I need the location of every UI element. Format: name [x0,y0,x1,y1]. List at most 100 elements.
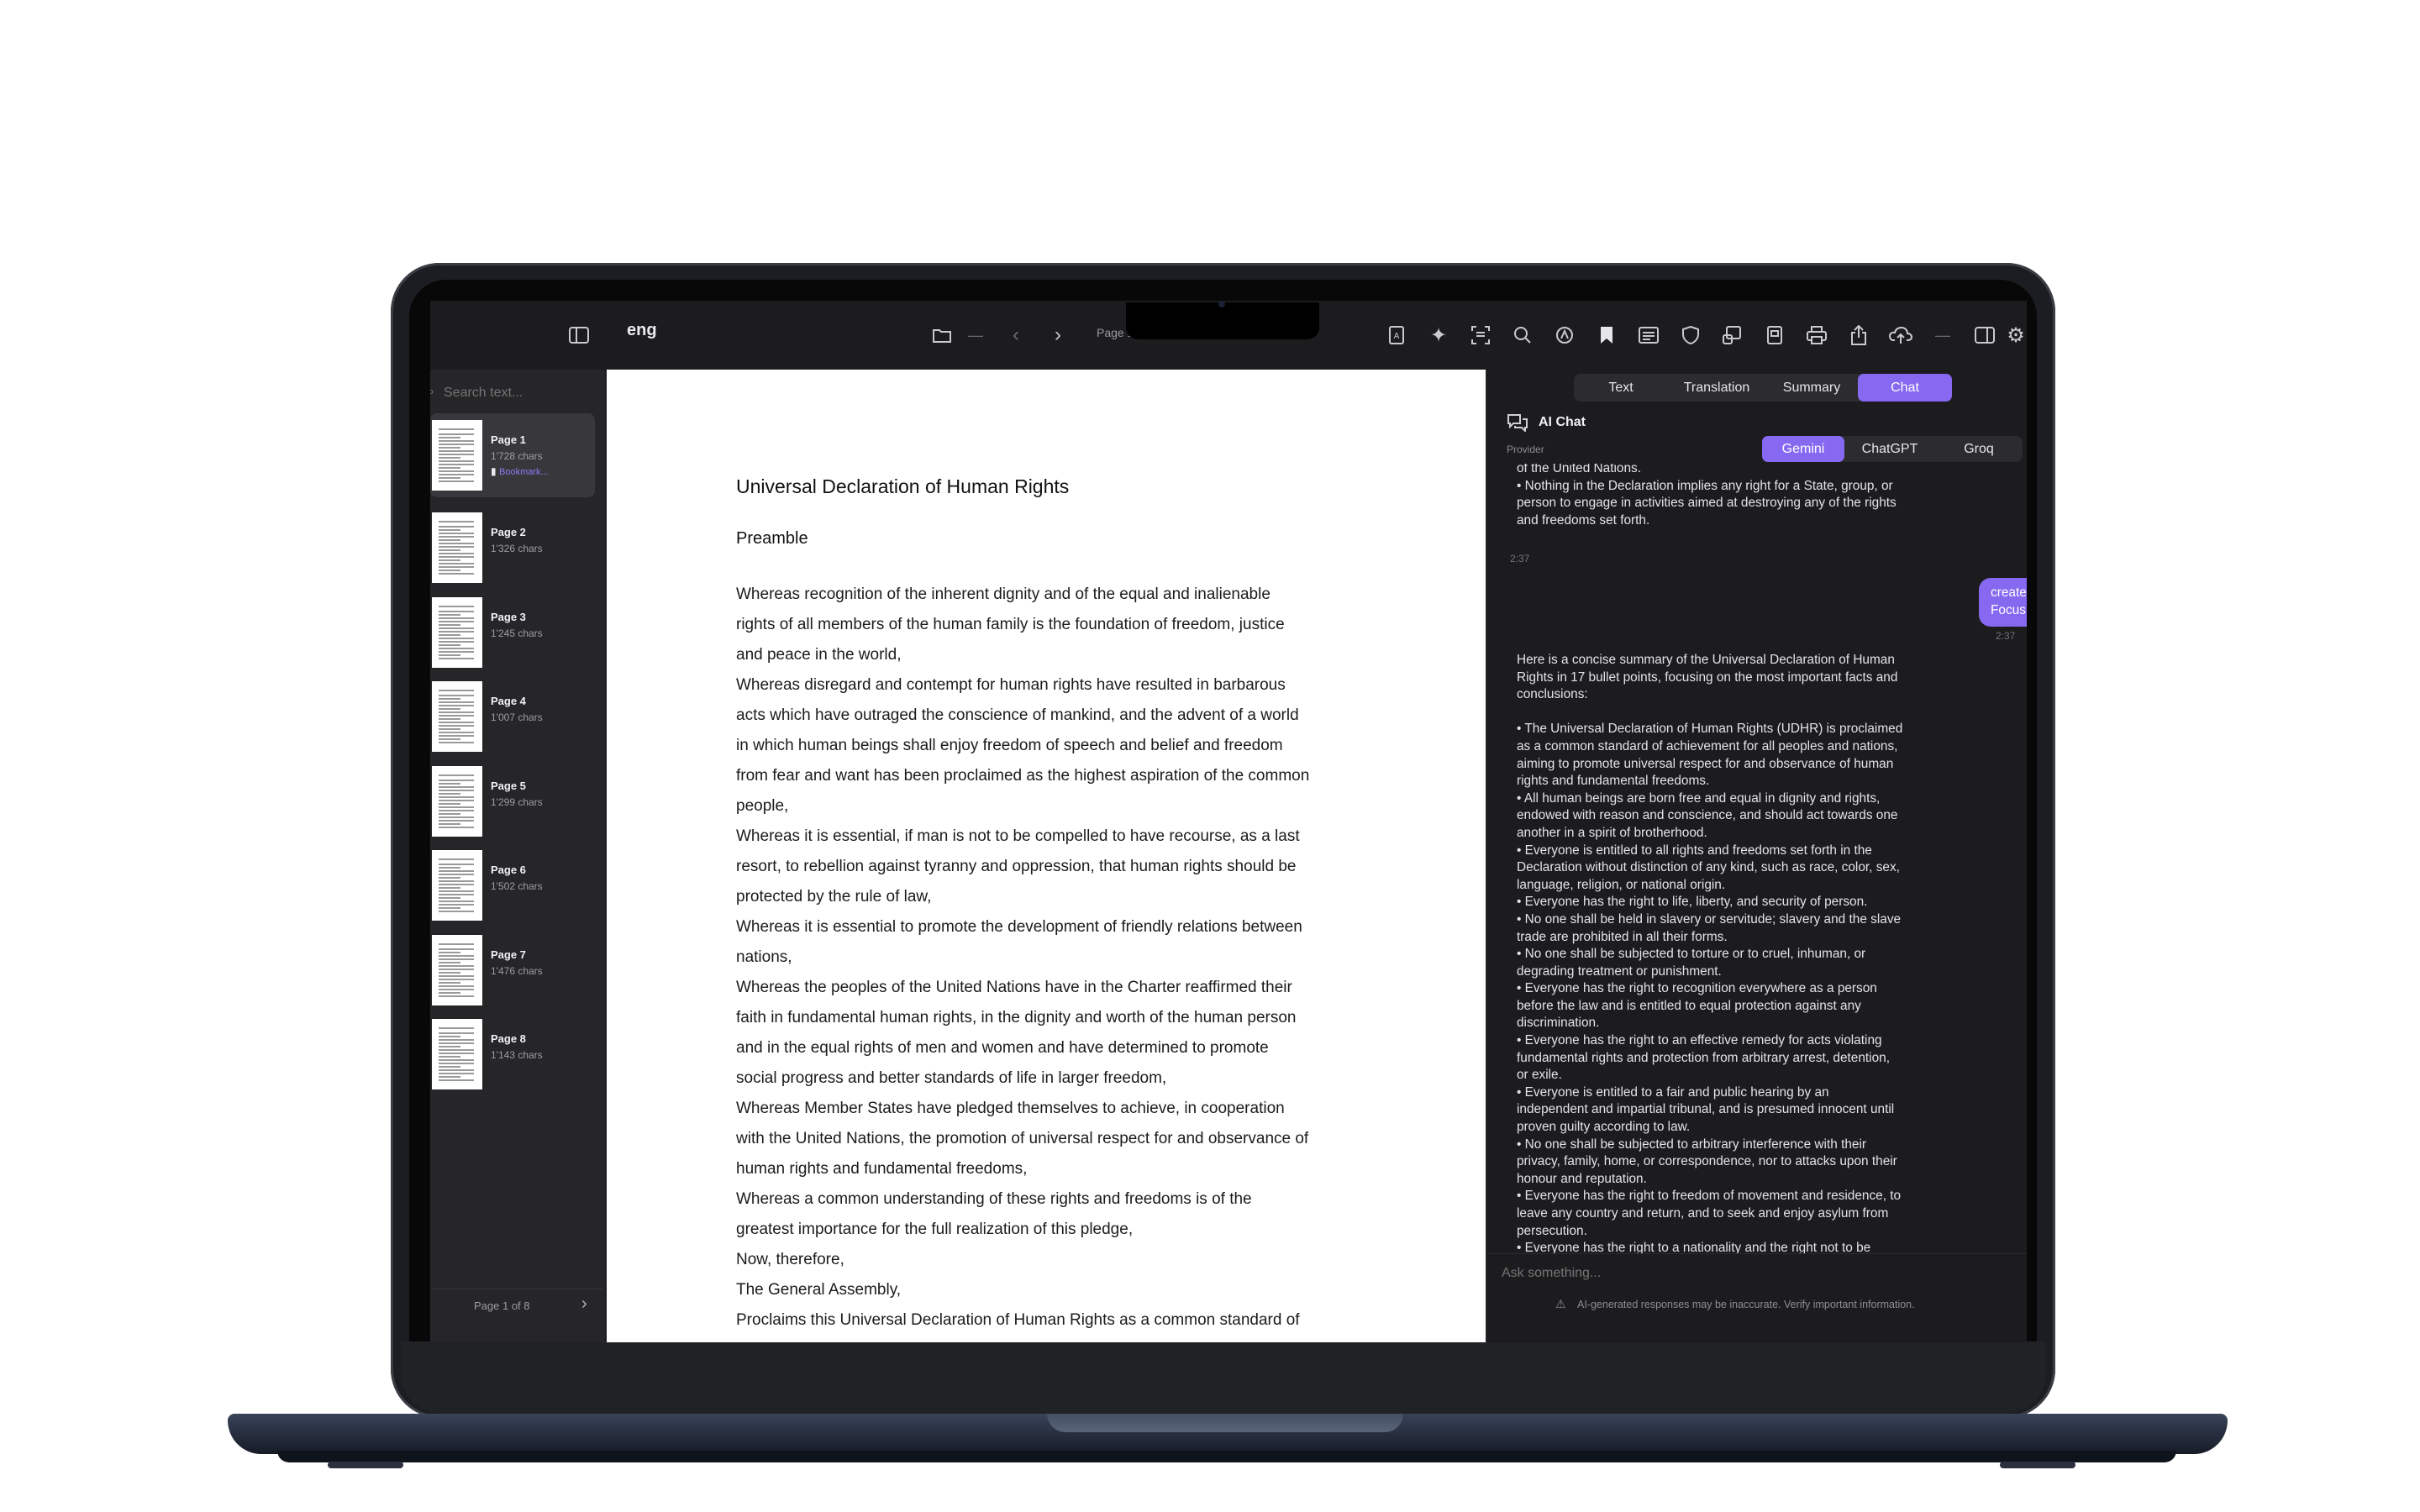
app-window: eng — ‹ › Page 1 A ✦ — ⚙ ⌕ Search text..… [430,301,2027,1342]
page-char-count: 1'476 chars [491,965,543,977]
document-line: Proclaims this Universal Declaration of … [736,1311,1300,1329]
document-line: Whereas disregard and contempt for human… [736,676,1286,694]
sidebar-footer: Page 1 of 8 › [430,1289,603,1321]
page-char-count: 1'143 chars [491,1049,543,1061]
document-line: nations, [736,948,792,966]
section-heading: Preamble [736,529,808,548]
mode-tabs: Text Translation Summary Chat [1574,374,1952,402]
user-message-bubble: create a concise summary of this documen… [1979,578,2027,627]
shield-icon[interactable] [1676,321,1705,349]
page-thumbnail-item[interactable]: Page 3 1'245 chars [430,591,595,675]
page-bookmark-label[interactable]: Bookmark... [499,467,549,477]
page-title: Page 7 [491,948,526,961]
chat-messages[interactable]: of the United Nations. • Nothing in the … [1486,464,2027,1253]
cover-icon[interactable] [1718,321,1747,349]
page-char-count: 1'245 chars [491,627,543,639]
document-line: and peace in the world, [736,646,902,664]
chat-input[interactable] [1500,1261,2007,1286]
page-char-count: 1'728 chars [491,450,543,462]
document-line: acts which have outraged the conscience … [736,706,1299,724]
scan-icon[interactable] [1466,321,1495,349]
page-thumbnail [432,597,482,668]
page-thumbnail-item[interactable]: Page 8 1'143 chars [430,1012,595,1096]
right-panel-icon[interactable] [1970,321,1999,349]
page-thumbnail-item[interactable]: Page 7 1'476 chars [430,928,595,1012]
assistant-message: of the United Nations. • Nothing in the … [1517,464,1897,528]
page-title: Page 4 [491,695,526,707]
chat-bubbles-icon [1507,413,1528,437]
document-line: rights of all members of the human famil… [736,616,1285,633]
bookmark-icon[interactable] [1592,321,1621,349]
svg-text:A: A [1394,332,1400,341]
settings-icon[interactable]: ⚙ [2002,321,2027,349]
divider-icon: — [1935,326,1950,344]
laptop-foot [2000,1462,2075,1468]
document-line: Whereas it is essential, if man is not t… [736,827,1300,845]
camera [1218,301,1225,307]
message-timestamp: 2:37 [1996,630,2016,642]
page-thumbnail-item[interactable]: Page 5 1'299 chars [430,759,595,843]
page-thumbnail [432,935,482,1005]
page-thumbnail-item[interactable]: Page 2 1'326 chars [430,506,595,590]
tab-translation[interactable]: Translation [1668,374,1765,402]
document-line: Whereas Member States have pledged thems… [736,1100,1285,1117]
document-line: with the United Nations, the promotion o… [736,1130,1309,1147]
cloud-upload-icon[interactable] [1886,321,1915,349]
print-icon[interactable] [1802,321,1831,349]
document-line: people, [736,797,789,815]
camera-notch [1126,302,1319,339]
page-thumbnail [432,681,482,752]
warning-icon: ⚠ [1555,1297,1566,1310]
page-thumbnail-item[interactable]: Page 4 1'007 chars [430,675,595,759]
page-title: Page 2 [491,526,526,538]
laptop-foot [328,1462,403,1468]
disclaimer-text: AI-generated responses may be inaccurate… [1577,1299,1915,1310]
page-title: Page 5 [491,780,526,792]
document-body: Whereas recognition of the inherent dign… [736,580,1392,1336]
provider-groq[interactable]: Groq [1935,436,2023,462]
sidebar-toggle-icon[interactable] [565,321,593,349]
back-icon[interactable]: ‹ [1002,321,1030,349]
page-char-count: 1'299 chars [491,796,543,808]
document-line: Whereas a common understanding of these … [736,1190,1252,1208]
image-icon[interactable] [1760,321,1789,349]
annotate-icon[interactable] [1550,321,1579,349]
page-count: Page 1 of 8 [474,1299,530,1312]
page-thumbnail [432,512,482,583]
provider-gemini[interactable]: Gemini [1762,436,1844,462]
provider-selector: Gemini ChatGPT Groq [1762,436,2023,462]
document-line: greatest importance for the full realiza… [736,1221,1134,1238]
document-line: in which human beings shall enjoy freedo… [736,737,1283,754]
page-title: Page 6 [491,864,526,876]
share-icon[interactable] [1844,321,1873,349]
document-line: social progress and better standards of … [736,1069,1167,1087]
document-line: human rights and fundamental freedoms, [736,1160,1028,1178]
search-icon[interactable] [1508,321,1537,349]
search-input[interactable] [442,383,597,403]
next-page-chevron-icon[interactable]: › [581,1294,587,1314]
tab-summary[interactable]: Summary [1765,374,1858,402]
forward-icon[interactable]: › [1044,321,1072,349]
message-timestamp: 2:37 [1510,553,1530,564]
sparkle-icon[interactable]: ✦ [1424,321,1453,349]
document-title-heading: Universal Declaration of Human Rights [736,475,1070,497]
provider-chatgpt[interactable]: ChatGPT [1844,436,1935,462]
tab-chat[interactable]: Chat [1858,374,1952,402]
page-thumbnail-item[interactable]: Page 6 1'502 chars [430,843,595,927]
document-line: The General Assembly, [736,1281,902,1299]
contacts-icon[interactable]: A [1382,321,1411,349]
assistant-message: Here is a concise summary of the Univers… [1517,653,1903,1253]
chat-input-row [1486,1253,2027,1291]
page-thumbnail-item[interactable]: Page 1 1'728 chars ▮ Bookmark... [430,413,595,497]
page-thumbnail [432,850,482,921]
document-line: and in the equal rights of men and women… [736,1039,1269,1057]
folder-icon[interactable] [928,321,956,349]
document-line: Whereas recognition of the inherent dign… [736,585,1270,603]
tab-text[interactable]: Text [1574,374,1668,402]
chat-title: AI Chat [1539,415,1586,429]
laptop-chin [401,1341,2046,1414]
list-icon[interactable] [1634,321,1663,349]
document-line: from fear and want has been proclaimed a… [736,767,1310,785]
page-title: Page 1 [491,433,526,446]
provider-label: Provider [1507,444,1544,455]
